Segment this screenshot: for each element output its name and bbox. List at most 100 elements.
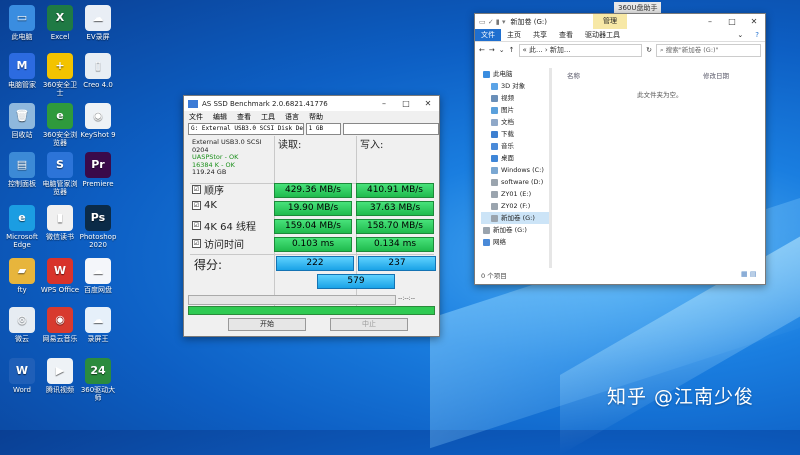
search-input[interactable]: ⌕ 搜索"新加卷 (G:)" (656, 43, 761, 57)
grid-line (190, 254, 434, 255)
ssd-titlebar[interactable]: AS SSD Benchmark 2.0.6821.41776 – □ ✕ (184, 96, 439, 111)
desktop-icon[interactable]: ▶ 腾讯视频 (40, 358, 80, 394)
view-toggle-icons[interactable]: ▦ ▤ (741, 270, 756, 278)
desktop-icon-label: Microsoft Edge (6, 233, 38, 249)
desktop-icon[interactable]: ☁ 百度网盘 (78, 258, 118, 294)
forward-arrow-icon[interactable]: → (489, 46, 495, 54)
chevron-down-icon[interactable]: ⌄ (499, 46, 505, 54)
desktop-icon[interactable]: W Word (2, 358, 42, 394)
progress-bar-complete (188, 306, 435, 315)
nav-item[interactable]: software (D:) (481, 176, 549, 188)
desktop-icon[interactable]: M 电脑管家 (2, 53, 42, 89)
desktop-icon[interactable]: ◉ 网易云音乐 (40, 307, 80, 343)
nav-item[interactable]: 新加卷 (G:) (481, 212, 549, 224)
ribbon-tab-share[interactable]: 共享 (527, 30, 553, 40)
nav-item[interactable]: Windows (C:) (481, 164, 549, 176)
desktop-icon-label: 此电脑 (11, 33, 33, 41)
desktop-icon[interactable]: S 电脑管家浏览器 (40, 152, 80, 196)
4k-read-result: 19.90 MB/s (274, 201, 352, 216)
app-icon: M (9, 53, 35, 79)
desktop-icon[interactable]: ▭ 此电脑 (2, 5, 42, 41)
ssd-app-icon (188, 99, 198, 108)
folder-icon (491, 94, 498, 102)
nav-item[interactable]: 文档 (481, 116, 549, 128)
nav-item[interactable]: 网络 (481, 236, 549, 248)
checkbox-access[interactable]: ☑ (192, 239, 201, 248)
desktop-icon[interactable]: 24 360驱动大师 (78, 358, 118, 402)
menu-view[interactable]: 查看 (232, 112, 256, 122)
desktop-icon[interactable]: ◉ KeyShot 9 (78, 103, 118, 139)
desktop-icon[interactable]: e 360安全浏览器 (40, 103, 80, 147)
checkbox-4k[interactable]: ☑ (192, 201, 201, 210)
nav-item[interactable]: 下载 (481, 128, 549, 140)
nav-item-label: 网络 (493, 238, 506, 246)
ribbon-tab-view[interactable]: 查看 (553, 30, 579, 40)
minimize-icon[interactable]: – (699, 14, 721, 29)
column-date[interactable]: 修改日期 (703, 70, 729, 80)
ribbon-tab-home[interactable]: 主页 (501, 30, 527, 40)
menu-language[interactable]: 语言 (280, 112, 304, 122)
desktop-icon[interactable]: ☁ EV录屏 (78, 5, 118, 41)
desktop-icon[interactable]: ◎ 微云 (2, 307, 42, 343)
checkbox-seq[interactable]: ☑ (192, 185, 201, 194)
explorer-titlebar[interactable]: ▭ ✓ ▮ ▾ 新加卷 (G:) 管理 – □ ✕ (475, 14, 765, 29)
menu-file[interactable]: 文件 (184, 112, 208, 122)
score-label: 得分: (194, 258, 223, 272)
nav-item-label: 视频 (501, 94, 514, 102)
nav-item[interactable]: 音乐 (481, 140, 549, 152)
menu-edit[interactable]: 编辑 (208, 112, 232, 122)
close-icon[interactable]: ✕ (743, 14, 765, 29)
nav-item[interactable]: ZY02 (F:) (481, 200, 549, 212)
desktop-icon[interactable]: ▤ 控制面板 (2, 152, 42, 188)
nav-scrollbar[interactable] (549, 68, 552, 268)
ribbon-tab-drive-tools[interactable]: 驱动器工具 (579, 30, 626, 40)
nav-item[interactable]: 视频 (481, 92, 549, 104)
extra-field[interactable] (342, 123, 439, 135)
nav-item[interactable]: 此电脑 (481, 68, 549, 80)
desktop-icon[interactable]: ▯ Creo 4.0 (78, 53, 118, 89)
folder-icon (491, 178, 498, 186)
back-arrow-icon[interactable]: ← (479, 46, 485, 54)
desktop-icon[interactable]: X Excel (40, 5, 80, 41)
empty-folder-message: 此文件夹为空。 (637, 91, 683, 99)
desktop-icon[interactable]: e Microsoft Edge (2, 205, 42, 249)
column-name[interactable]: 名称 (567, 70, 580, 80)
refresh-icon[interactable]: ↻ (646, 46, 652, 54)
abort-button[interactable]: 中止 (330, 318, 408, 331)
nav-item[interactable]: 新加卷 (G:) (481, 224, 549, 236)
desktop-icon[interactable]: 🗑 回收站 (2, 103, 42, 139)
app-icon: 24 (85, 358, 111, 384)
desktop-icon[interactable]: ▮ 微信读书 (40, 205, 80, 241)
checkbox-4k64[interactable]: ☑ (192, 221, 201, 230)
minimize-icon[interactable]: – (373, 96, 395, 111)
nav-item[interactable]: 桌面 (481, 152, 549, 164)
up-arrow-icon[interactable]: ↑ (509, 46, 515, 54)
close-icon[interactable]: ✕ (417, 96, 439, 111)
tab-manage[interactable]: 管理 (593, 14, 627, 29)
chevron-down-icon[interactable]: ⌄ (731, 31, 749, 39)
desktop-icon[interactable]: +360安全卫士 (40, 53, 80, 97)
nav-item-label: 下载 (501, 130, 514, 138)
ribbon-tab-file[interactable]: 文件 (475, 29, 501, 41)
quick-access-icons[interactable]: ▭ ✓ ▮ ▾ (479, 18, 506, 26)
maximize-icon[interactable]: □ (721, 14, 743, 29)
desktop-icon[interactable]: ☁ 录屏王 (78, 307, 118, 343)
nav-item[interactable]: ZY01 (E:) (481, 188, 549, 200)
desktop-icon[interactable]: W WPS Office (40, 258, 80, 294)
nav-item[interactable]: 3D 对象 (481, 80, 549, 92)
nav-item[interactable]: 图片 (481, 104, 549, 116)
maximize-icon[interactable]: □ (395, 96, 417, 111)
desktop-icon[interactable]: ▰ fty (2, 258, 42, 294)
app-icon: e (47, 103, 73, 129)
drive-select[interactable]: G: External USB3.0 SCSI Disk Devi (188, 123, 304, 135)
nav-item-label: ZY02 (F:) (501, 202, 531, 210)
help-icon[interactable]: ? (749, 31, 765, 39)
desktop-icon[interactable]: Ps Photoshop 2020 (78, 205, 118, 249)
desktop-icon-label: 录屏王 (87, 335, 109, 343)
address-bar[interactable]: « 此... › 新加... (518, 43, 643, 57)
menu-help[interactable]: 帮助 (304, 112, 328, 122)
size-select[interactable]: 1 GB (305, 123, 341, 135)
desktop-icon[interactable]: Pr Premiere (78, 152, 118, 188)
menu-tools[interactable]: 工具 (256, 112, 280, 122)
start-button[interactable]: 开始 (228, 318, 306, 331)
